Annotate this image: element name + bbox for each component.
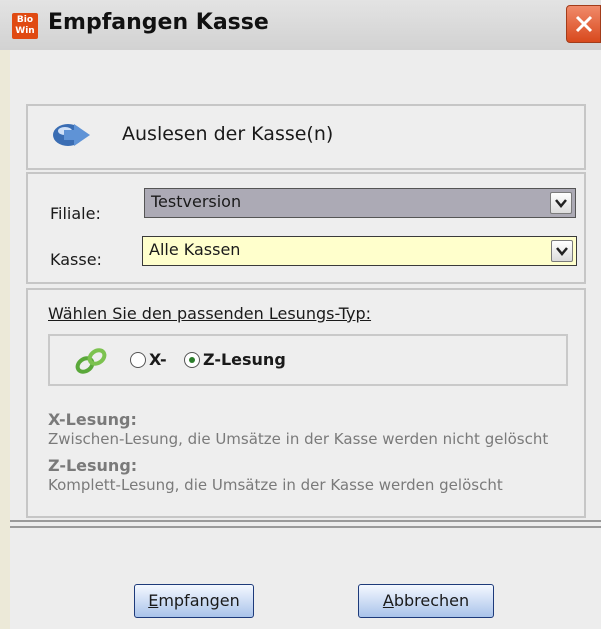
lesung-type-label: Wählen Sie den passenden Lesungs-Typ: <box>48 304 372 323</box>
divider <box>10 526 601 528</box>
selection-panel: Filiale: Testversion Kasse: Alle Kassen <box>26 172 586 284</box>
kasse-label: Kasse: <box>50 250 102 269</box>
kasse-value: Alle Kassen <box>149 240 241 259</box>
chevron-down-icon[interactable] <box>551 240 573 262</box>
filiale-label: Filiale: <box>50 204 101 223</box>
app-logo-icon: Bio Win <box>12 13 38 39</box>
x-lesung-title: X-Lesung: <box>48 410 137 429</box>
header-text: Auslesen der Kasse(n) <box>122 123 334 145</box>
filiale-value: Testversion <box>151 192 242 211</box>
z-lesung-description: Komplett-Lesung, die Umsätze in der Kass… <box>48 476 503 494</box>
network-transfer-icon <box>53 124 90 146</box>
link-icon <box>75 348 107 374</box>
divider <box>10 520 601 522</box>
radio-checked-icon[interactable] <box>184 351 200 368</box>
radio-z-lesung[interactable]: Z-Lesung <box>184 350 286 369</box>
close-icon <box>575 15 593 33</box>
lesung-type-box: X- Z-Lesung <box>48 334 568 386</box>
x-lesung-description: Zwischen-Lesung, die Umsätze in der Kass… <box>48 430 549 448</box>
filiale-select[interactable]: Testversion <box>144 188 576 218</box>
header-panel: Auslesen der Kasse(n) <box>26 104 586 170</box>
z-lesung-title: Z-Lesung: <box>48 456 138 475</box>
radio-z-label: Z-Lesung <box>203 350 286 369</box>
radio-x-lesung[interactable]: X- <box>130 350 167 369</box>
empfangen-button[interactable]: Empfangen <box>134 584 254 618</box>
close-button[interactable] <box>566 5 601 43</box>
window-title: Empfangen Kasse <box>48 10 269 35</box>
radio-x-label: X- <box>149 350 167 369</box>
abbrechen-button[interactable]: Abbrechen <box>358 584 494 618</box>
chevron-down-icon[interactable] <box>550 192 572 214</box>
lesung-panel: Wählen Sie den passenden Lesungs-Typ: X-… <box>26 288 586 518</box>
dialog-body: Auslesen der Kasse(n) Filiale: Testversi… <box>10 50 601 629</box>
radio-unchecked-icon[interactable] <box>130 351 146 368</box>
title-bar: Bio Win Empfangen Kasse <box>0 0 601 50</box>
kasse-select[interactable]: Alle Kassen <box>142 236 577 266</box>
